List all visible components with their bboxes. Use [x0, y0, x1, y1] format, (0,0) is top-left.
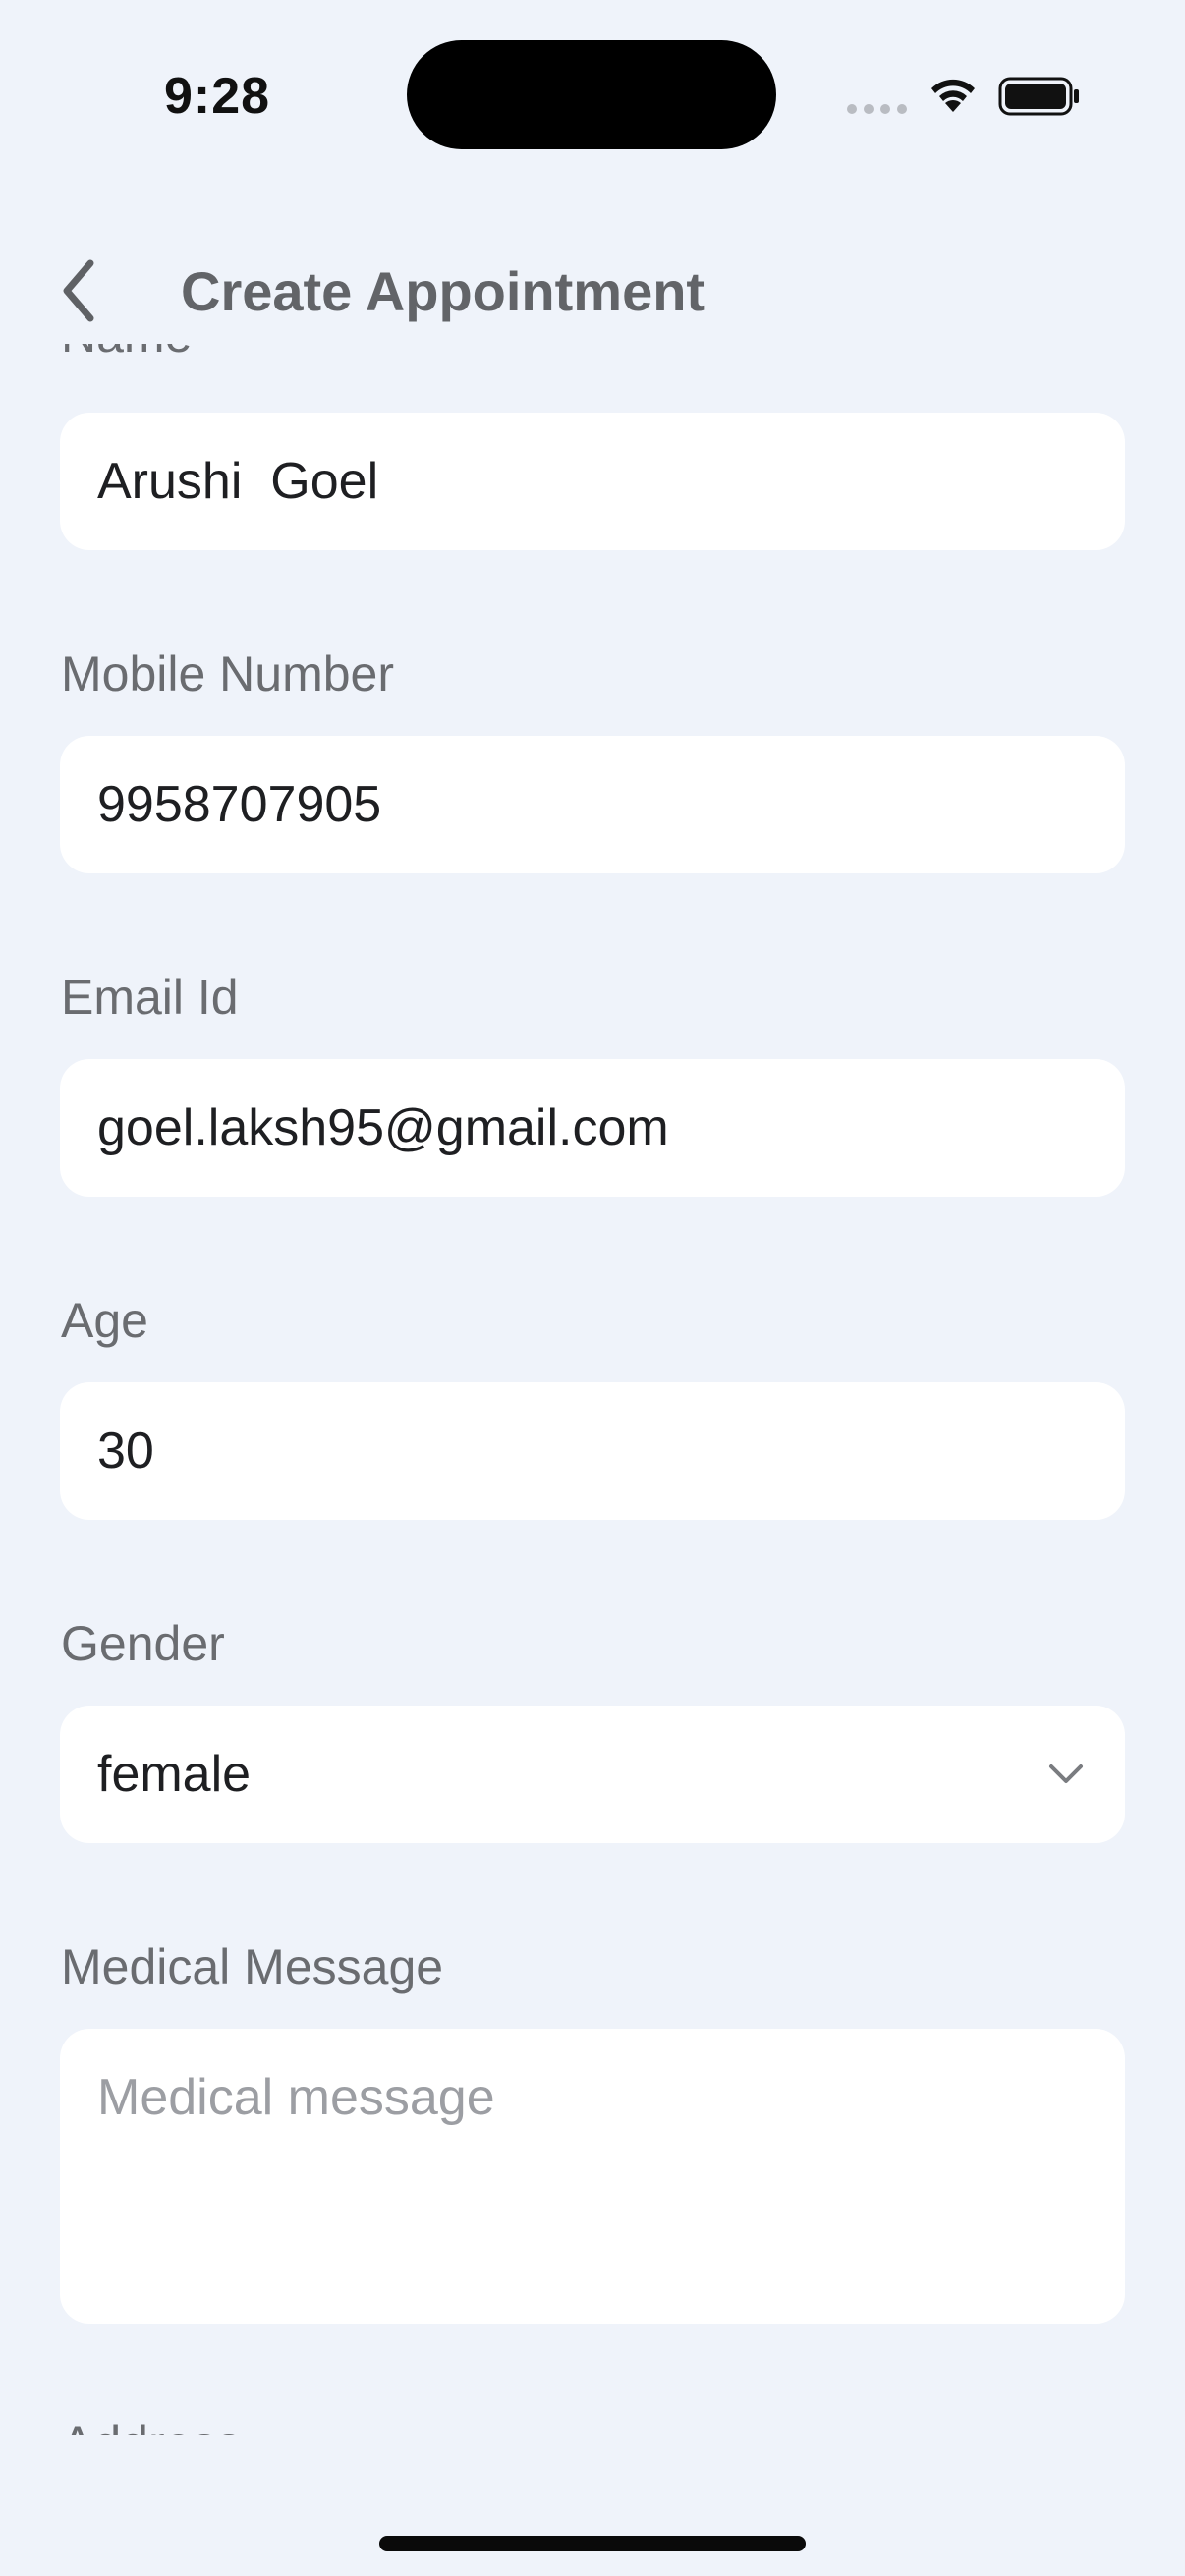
navigation-header: Create Appointment: [0, 236, 1185, 344]
page-title: Create Appointment: [181, 260, 705, 322]
form-scroll-area[interactable]: Name Arushi Goel Mobile Number 995870790…: [0, 344, 1185, 2435]
mobile-field[interactable]: 9958707905: [60, 736, 1125, 873]
age-field[interactable]: 30: [60, 1382, 1125, 1520]
name-field[interactable]: Arushi Goel: [60, 413, 1125, 550]
medical-message-label: Medical Message: [61, 1939, 444, 1994]
battery-icon: [998, 77, 1079, 116]
age-value: 30: [97, 1423, 154, 1480]
gender-select[interactable]: female: [60, 1706, 1125, 1843]
gender-label: Gender: [61, 1616, 225, 1671]
name-value: Arushi Goel: [97, 453, 379, 510]
email-label: Email Id: [61, 970, 239, 1025]
chevron-down-icon: [1049, 1764, 1083, 1783]
name-label: Name: [61, 344, 192, 364]
dynamic-island: [407, 40, 776, 149]
age-label: Age: [61, 1293, 148, 1348]
wifi-icon: [931, 79, 975, 112]
signal-dots-icon: [847, 104, 907, 114]
mobile-value: 9958707905: [97, 776, 382, 833]
medical-message-placeholder: Medical message: [97, 2069, 495, 2126]
address-label: Address: [61, 2415, 241, 2435]
mobile-label: Mobile Number: [61, 646, 395, 701]
home-indicator[interactable]: [379, 2536, 806, 2551]
screen: 9:28 Create Appointment Name Arushi Goel: [0, 0, 1185, 2576]
back-button[interactable]: [49, 253, 108, 328]
chevron-left-icon: [63, 259, 94, 322]
medical-message-textarea[interactable]: Medical message: [60, 2029, 1125, 2324]
status-time: 9:28: [164, 68, 271, 125]
email-field[interactable]: goel.laksh95@gmail.com: [60, 1059, 1125, 1197]
email-value: goel.laksh95@gmail.com: [97, 1099, 669, 1156]
status-icons: [847, 71, 1083, 120]
gender-value: female: [97, 1746, 252, 1803]
